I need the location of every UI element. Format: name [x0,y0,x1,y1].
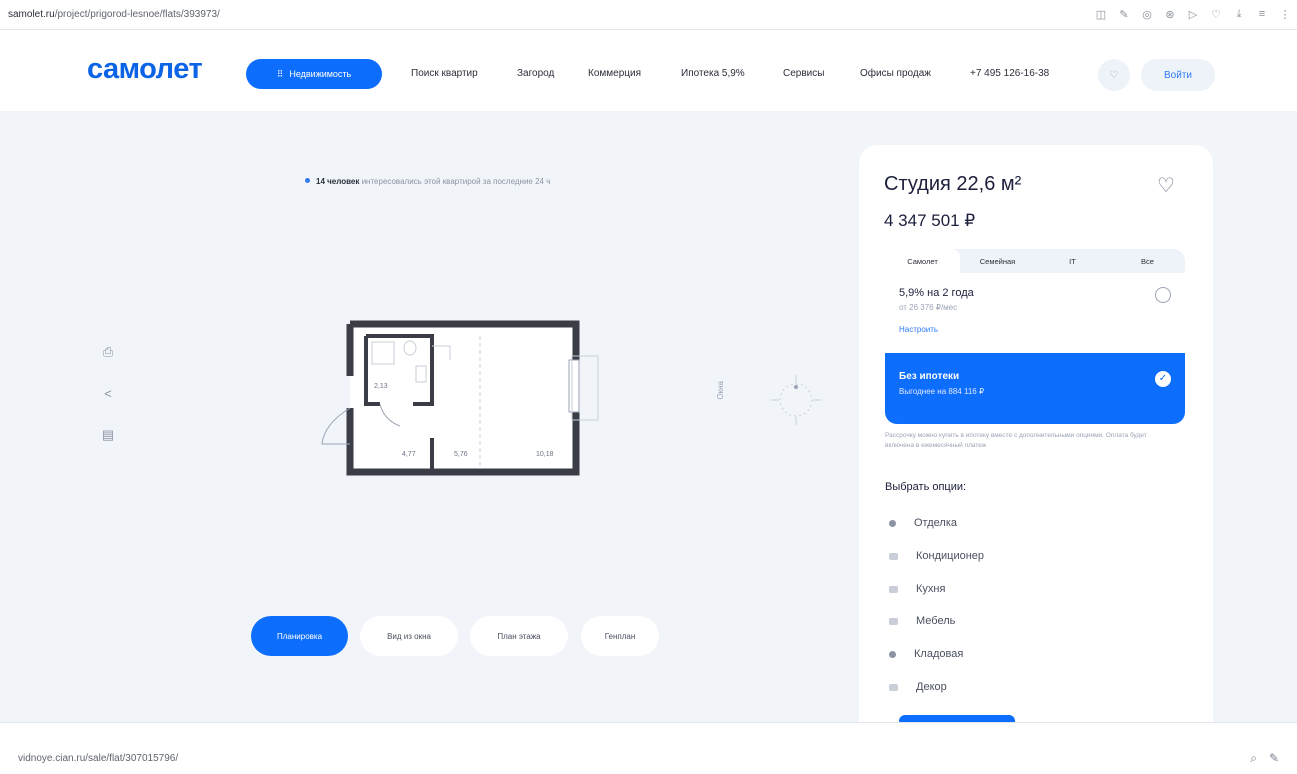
viewers-notice: 14 человек интересовались этой квартирой… [305,177,550,186]
grid-icon: ⠿ [276,68,284,79]
heart-icon: ♡ [1109,69,1119,81]
mortgage-tab-all[interactable]: Все [1110,249,1185,273]
nav-sales-offices[interactable]: Офисы продаж [860,68,931,79]
mortgage-tab-samolet[interactable]: Самолет [885,249,960,273]
finishing-icon [889,519,896,527]
nav-commercial[interactable]: Коммерция [588,68,641,79]
mortgage-option[interactable]: 5,9% на 2 года от 26 376 ₽/мес Настроить [885,273,1185,353]
furniture-icon [889,617,898,625]
plan-side-tools: ⎙ < ▤ [100,344,116,443]
room-area-bath: 2,13 [374,383,388,390]
status-url[interactable]: vidnoye.cian.ru/sale/flat/307015796/ [18,753,178,764]
tab-layout[interactable]: Планировка [251,616,348,656]
option-storage[interactable]: Кладовая [889,648,963,660]
decor-icon [889,683,898,691]
browser-status-bar: vidnoye.cian.ru/sale/flat/307015796/ ⌕ ✎ [0,722,1297,774]
nav-country[interactable]: Загород [517,68,554,79]
nav-services[interactable]: Сервисы [783,68,824,79]
flat-page-main: 14 человек интересовались этой квартирой… [0,111,1297,722]
windows-side-label: Окна [716,381,725,400]
mortgage-note: Рассрочку можно купить в ипотеку вместе … [885,432,1147,449]
edit-icon[interactable]: ✎ [1269,751,1279,766]
nav-search-flats[interactable]: Поиск квартир [411,68,478,79]
heart-icon[interactable]: ♡ [1157,173,1175,198]
check-icon[interactable]: ✓ [1155,371,1171,387]
room-area-hall: 4,77 [402,451,416,458]
edit-icon[interactable]: ✎ [1118,8,1130,21]
mortgage-panel: Самолет Семейная IT Все 5,9% на 2 года о… [885,249,1185,424]
kitchen-icon [889,585,898,593]
browser-address-bar: samolet.ru/project/prigorod-lesnoe/flats… [0,0,1297,30]
live-dot-icon [305,178,310,183]
compass-icon [771,375,821,425]
phone-number[interactable]: +7 495 126-16-38 [970,68,1049,79]
no-mortgage-title: Без ипотеки [899,371,960,382]
status-icons: ⌕ ✎ [1250,751,1279,766]
room-area-kitchen: 5,76 [454,451,468,458]
print-icon[interactable]: ⎙ [100,344,116,360]
flat-info-card: Студия 22,6 м² ♡ 4 347 501 ₽ Самолет Сем… [859,145,1213,722]
tabs-icon[interactable]: ≡ [1256,8,1268,21]
storage-icon [889,650,896,658]
room-area-room: 10,18 [536,451,554,458]
mortgage-tabs: Самолет Семейная IT Все [885,249,1185,273]
tab-window-view[interactable]: Вид из окна [360,616,458,656]
option-air-conditioner[interactable]: Кондиционер [889,550,984,562]
login-button[interactable]: Войти [1141,59,1215,91]
mortgage-tab-family[interactable]: Семейная [960,249,1035,273]
no-mortgage-option[interactable]: Без ипотеки Выгоднее на 884 116 ₽ ✓ [885,353,1185,424]
site-header: самолет ⠿ Недвижимость Поиск квартир Заг… [0,31,1297,111]
options-title: Выбрать опции: [885,481,967,493]
favorite-icon[interactable]: ♡ [1210,8,1222,21]
air-conditioner-icon [889,552,898,560]
search-icon[interactable]: ⌕ [1250,751,1257,766]
tab-floor-plan[interactable]: План этажа [470,616,568,656]
nav-mortgage[interactable]: Ипотека 5,9% [681,68,745,79]
option-finishing[interactable]: Отделка [889,517,957,529]
reader-icon[interactable]: ◫ [1095,8,1107,21]
translate-icon[interactable]: ◎ [1141,8,1153,21]
option-kitchen[interactable]: Кухня [889,583,945,595]
menu-icon[interactable]: ⋮ [1279,8,1291,21]
mortgage-configure-link[interactable]: Настроить [899,325,938,334]
share-icon[interactable]: < [100,386,116,401]
mortgage-monthly: от 26 376 ₽/мес [899,303,958,312]
mortgage-tab-it[interactable]: IT [1035,249,1110,273]
mortgage-rate: 5,9% на 2 года [899,287,974,299]
floor-plan: 2,13 4,77 5,76 10,18 [321,320,599,476]
option-decor[interactable]: Декор [889,681,947,693]
card-action-button[interactable] [899,715,1015,722]
favorites-button[interactable]: ♡ [1098,59,1130,91]
browser-toolbar-icons: ◫ ✎ ◎ ⊛ ▷ ♡ ⤓ ≡ ⋮ [1095,8,1291,21]
extension-icon[interactable]: ⊛ [1164,8,1176,21]
pdf-icon[interactable]: ▤ [100,427,116,443]
download-icon[interactable]: ⤓ [1233,8,1245,21]
option-furniture[interactable]: Мебель [889,615,955,627]
site-logo[interactable]: самолет [87,53,203,86]
mortgage-radio[interactable] [1155,287,1171,303]
tab-master-plan[interactable]: Генплан [581,616,659,656]
play-icon[interactable]: ▷ [1187,8,1199,21]
realty-menu-button[interactable]: ⠿ Недвижимость [246,59,382,89]
flat-price: 4 347 501 ₽ [884,211,976,230]
no-mortgage-benefit: Выгоднее на 884 116 ₽ [899,387,985,396]
page-url[interactable]: samolet.ru/project/prigorod-lesnoe/flats… [8,9,220,20]
flat-title: Студия 22,6 м² [884,173,1022,195]
